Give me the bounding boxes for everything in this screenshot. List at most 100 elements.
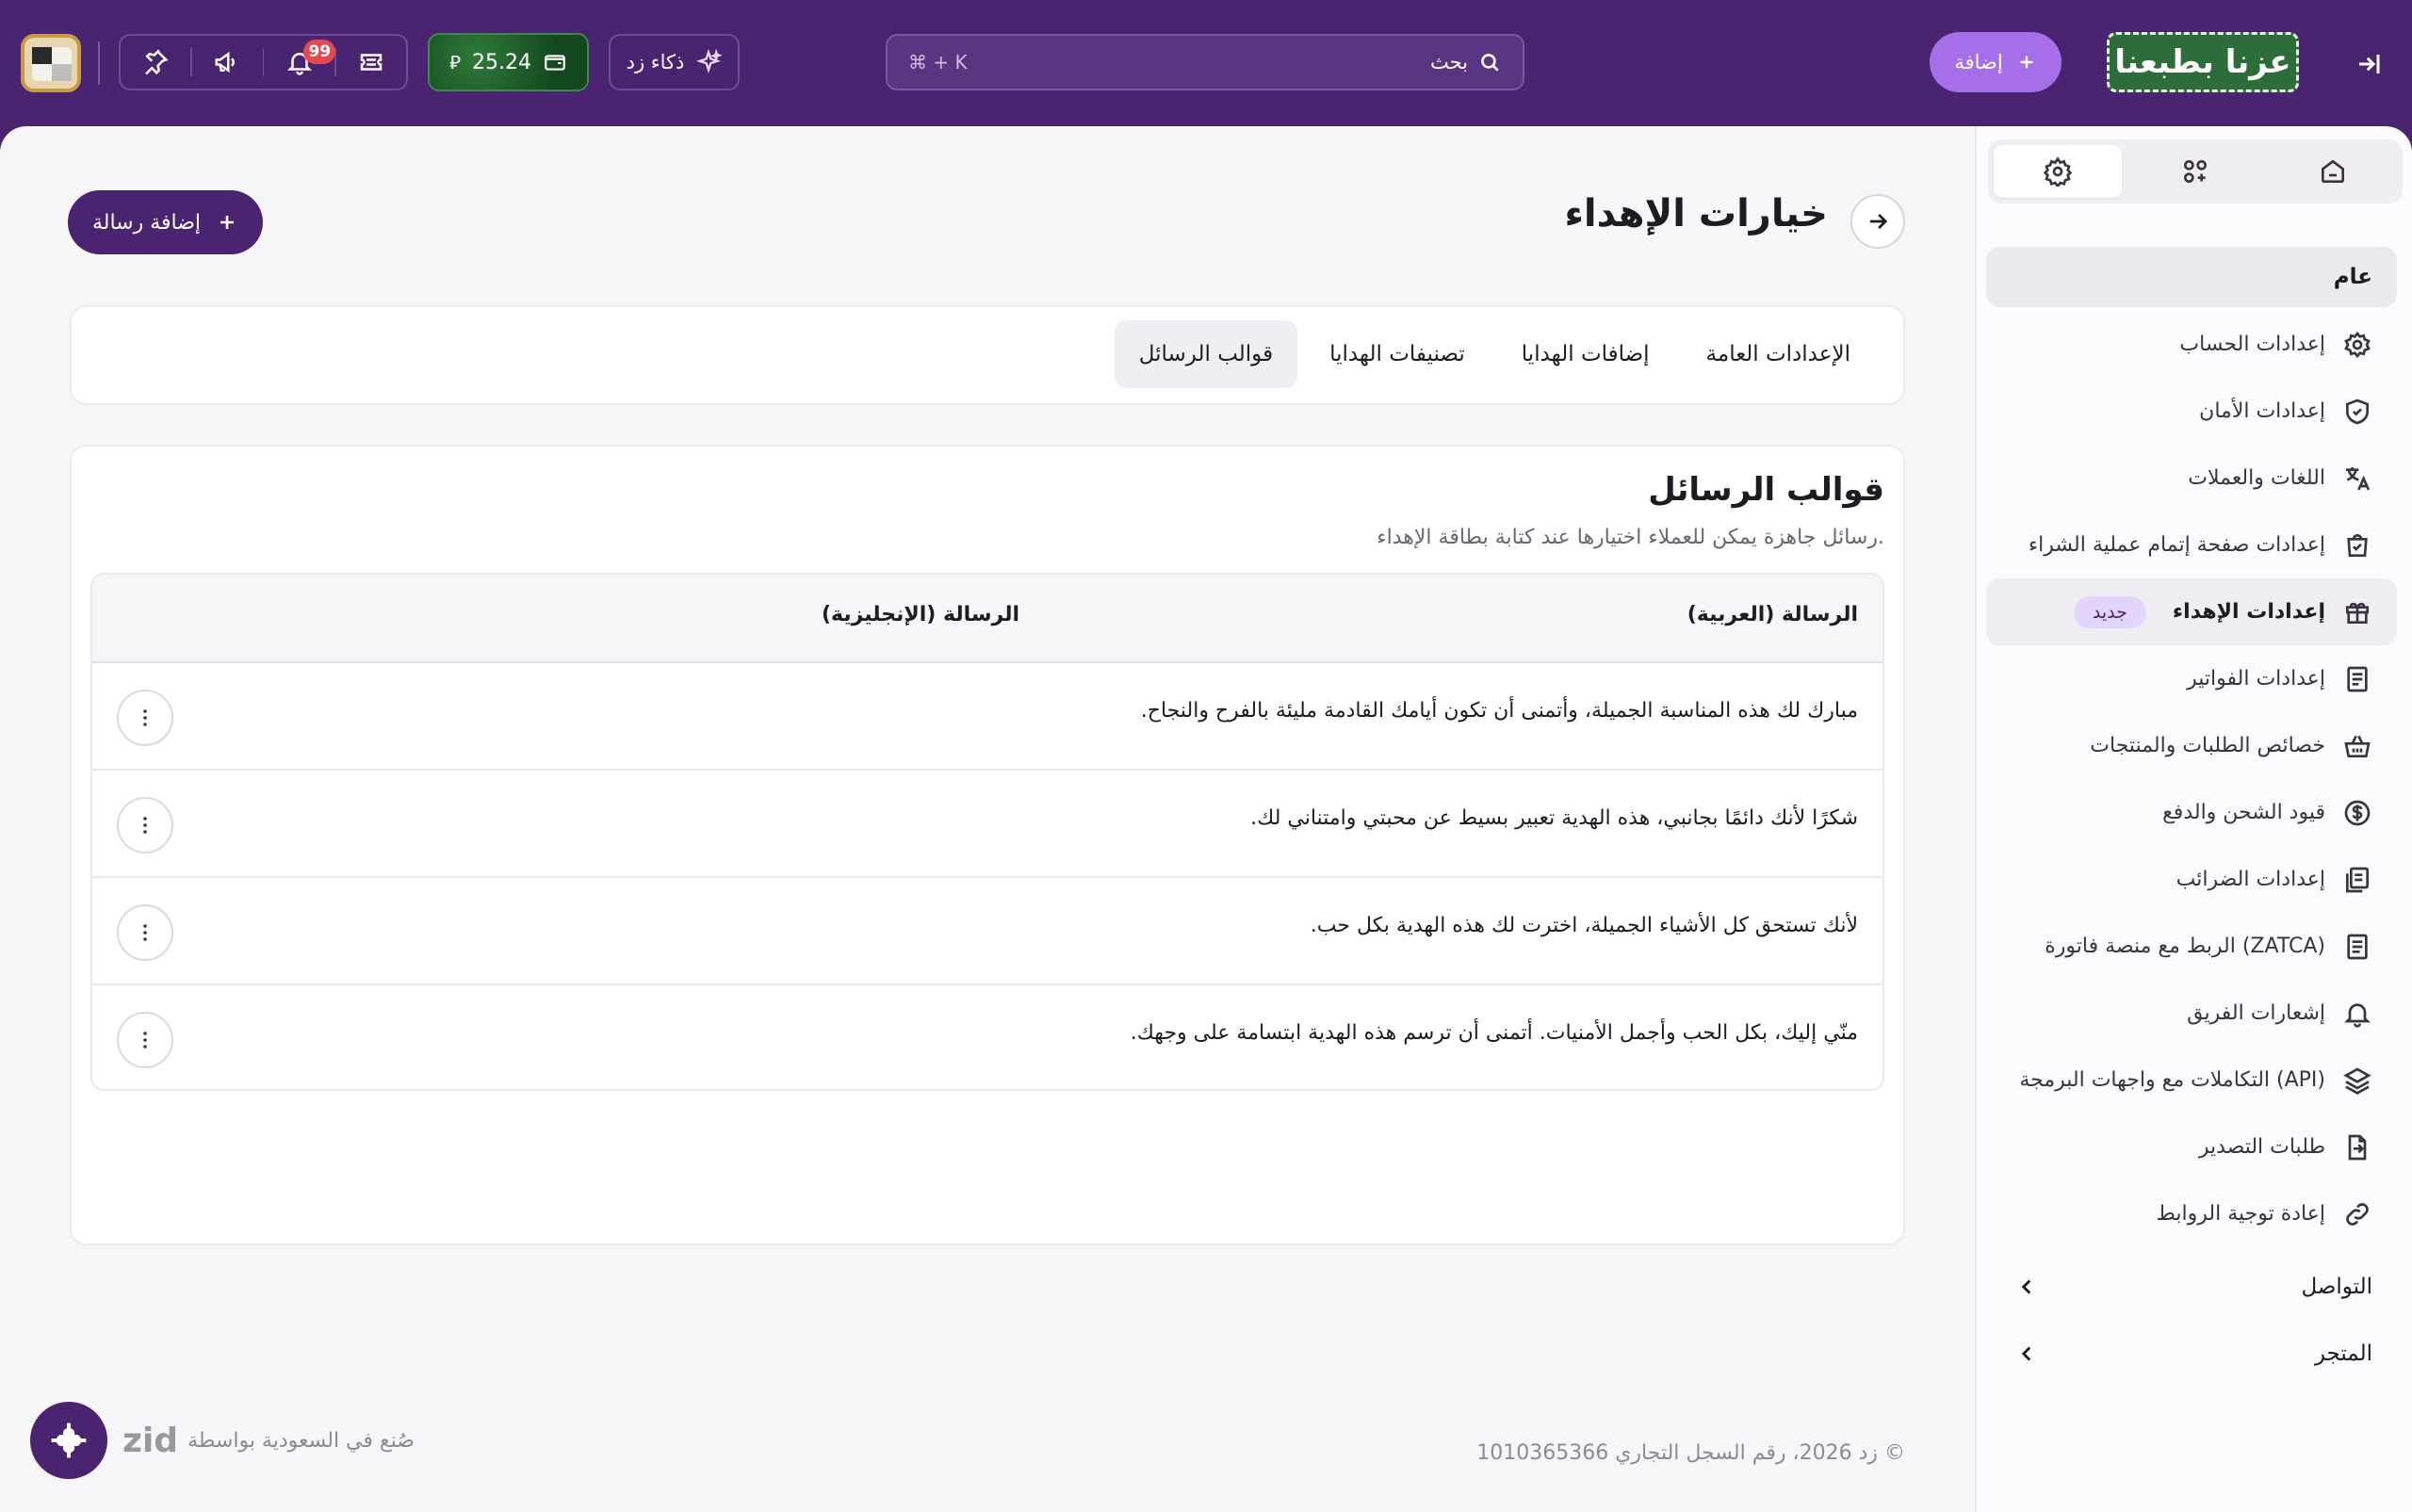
tab-gift-categories[interactable]: تصنيفات الهدايا [1305, 320, 1490, 388]
home-view-button[interactable] [2269, 145, 2397, 198]
section-title: قوالب الرسائل [1648, 471, 1884, 509]
brand-logo-text: عزنا بطبعنا [2114, 43, 2291, 81]
made-in-text: صُنع في السعودية بواسطة [187, 1428, 415, 1453]
top-bar: 99 ⃁ 25.24 ذكاء زد ⌘ + K بحث إضافة عزنا … [0, 0, 2412, 126]
add-message-button[interactable]: إضافة رسالة [68, 190, 263, 254]
sidebar-item-link-redirects[interactable]: إعادة توجية الروابط [1986, 1180, 2397, 1247]
more-vertical-icon [143, 817, 147, 834]
tickets-button[interactable] [336, 36, 406, 89]
gear-icon [2344, 331, 2371, 358]
zid-help-button[interactable] [30, 1402, 107, 1479]
document-icon [2347, 934, 2368, 959]
settings-view-button[interactable] [1994, 145, 2122, 198]
sidebar-item-label: إعدادات الضرائب [2176, 868, 2325, 891]
zid-wordmark: zid [122, 1421, 179, 1460]
bell-icon [2344, 1002, 2371, 1028]
sidebar-item-export-requests[interactable]: طلبات التصدير [1986, 1114, 2397, 1180]
add-message-label: إضافة رسالة [91, 210, 202, 235]
back-button[interactable] [1850, 194, 1905, 249]
plus-icon [2020, 56, 2033, 69]
apps-view-button[interactable] [2131, 145, 2259, 198]
search-shortcut-hint: ⌘ + K [908, 51, 968, 73]
megaphone-icon [215, 51, 236, 73]
search-icon [1481, 54, 1499, 72]
table-row: منّي إليك، بكل الحب وأجمل الأمنيات. أتمن… [92, 985, 1882, 1089]
section-subtitle: رسائل جاهزة يمكن للعملاء اختيارها عند كت… [1377, 526, 1884, 549]
table-row: لأنك تستحق كل الأشياء الجميلة، اخترت لك … [92, 878, 1882, 985]
collapse-sidebar-button[interactable] [2350, 45, 2388, 83]
ticket-icon [360, 54, 383, 71]
store-avatar[interactable] [21, 34, 81, 92]
sidebar-item-label: إشعارات الفريق [2187, 1001, 2325, 1025]
sidebar-group-communication[interactable]: التواصل [1986, 1257, 2397, 1317]
sidebar-group-label: المتجر [2314, 1341, 2372, 1366]
templates-table: الرسالة (العربية) الرسالة (الإنجليزية) م… [90, 573, 1884, 1091]
sidebar-item-account-settings[interactable]: إعدادات الحساب [1986, 311, 2397, 378]
tax-docs-icon [2346, 867, 2369, 892]
sidebar-item-api-integrations[interactable]: التكاملات مع واجهات البرمجة (API) [1986, 1047, 2397, 1114]
chevron-left-icon [2021, 1346, 2031, 1361]
message-arabic: شكرًا لأنك دائمًا بجانبي، هذه الهدية تعب… [1250, 806, 1858, 830]
translate-icon [2346, 466, 2371, 491]
sidebar-item-label: إعدادات الفواتير [2187, 667, 2325, 691]
row-actions-button[interactable] [117, 1012, 173, 1068]
notifications-button[interactable]: 99 [264, 36, 336, 89]
tab-general-settings[interactable]: الإعدادات العامة [1682, 320, 1875, 388]
row-actions-button[interactable] [117, 797, 173, 854]
pin-button[interactable] [121, 36, 190, 89]
table-header: الرسالة (العربية) الرسالة (الإنجليزية) [92, 575, 1882, 663]
sidebar-item-order-product-properties[interactable]: خصائص الطلبات والمنتجات [1986, 712, 2397, 779]
sidebar-item-label: إعدادات الأمان [2199, 399, 2325, 423]
export-icon [2348, 1134, 2367, 1160]
row-actions-button[interactable] [117, 904, 173, 961]
currency-symbol: ⃁ [449, 51, 461, 73]
sidebar-item-label: إعدادات الحساب [2179, 333, 2325, 356]
sidebar-group-general[interactable]: عام [1986, 247, 2397, 307]
announcements-button[interactable] [192, 36, 262, 89]
settings-sidebar: عام إعدادات الحساب إعدادات الأمان اللغات… [1975, 126, 2412, 1512]
sidebar-item-label: إعدادات الإهداء [2172, 600, 2325, 624]
sidebar-item-tax-settings[interactable]: إعدادات الضرائب [1986, 846, 2397, 913]
row-actions-button[interactable] [117, 690, 173, 746]
zid-ai-label: ذكاء زد [626, 51, 685, 73]
sidebar-item-invoice-settings[interactable]: إعدادات الفواتير [1986, 645, 2397, 712]
sidebar-item-zatca-integration[interactable]: الربط مع منصة فاتورة (ZATCA) [1986, 913, 2397, 980]
sidebar-item-label: اللغات والعملات [2188, 466, 2325, 490]
tab-gift-addons[interactable]: إضافات الهدايا [1497, 320, 1674, 388]
message-templates-card: قوالب الرسائل رسائل جاهزة يمكن للعملاء ا… [70, 445, 1905, 1245]
sidebar-item-team-notifications[interactable]: إشعارات الفريق [1986, 980, 2397, 1047]
tab-message-templates[interactable]: قوالب الرسائل [1114, 320, 1298, 388]
sidebar-item-label: طلبات التصدير [2198, 1135, 2325, 1159]
wallet-balance-button[interactable]: ⃁ 25.24 [428, 33, 589, 91]
column-header-english: الرسالة (الإنجليزية) [821, 603, 1019, 626]
column-header-arabic: الرسالة (العربية) [1687, 603, 1858, 626]
sidebar-group-store[interactable]: المتجر [1986, 1324, 2397, 1384]
sidebar-group-label: التواصل [2301, 1275, 2372, 1299]
sidebar-item-label: قيود الشحن والدفع [2162, 801, 2325, 824]
dollar-circle-icon [2344, 800, 2371, 825]
sidebar-item-security-settings[interactable]: إعدادات الأمان [1986, 378, 2397, 445]
footer-made-by: zid صُنع في السعودية بواسطة [30, 1402, 415, 1479]
sidebar-item-shipping-payment-restrictions[interactable]: قيود الشحن والدفع [1986, 779, 2397, 846]
gift-icon [2346, 602, 2369, 624]
pin-icon [145, 49, 169, 75]
sidebar-item-languages-currencies[interactable]: اللغات والعملات [1986, 445, 2397, 512]
collapse-right-icon [2359, 55, 2380, 73]
zid-ai-button[interactable]: ذكاء زد [609, 34, 740, 90]
sidebar-item-checkout-settings[interactable]: إعدادات صفحة إتمام عملية الشراء [1986, 512, 2397, 578]
divider [98, 41, 100, 85]
quick-actions-group: 99 [119, 34, 408, 90]
zid-logo-icon [51, 1423, 87, 1458]
home-icon [2322, 159, 2344, 183]
new-badge: جديد [2073, 595, 2146, 628]
gear-icon [2043, 156, 2073, 187]
message-arabic: مبارك لك هذه المناسبة الجميلة، وأتمنى أن… [1140, 699, 1858, 723]
sparkles-icon [696, 49, 723, 73]
search-input[interactable]: ⌘ + K بحث [886, 34, 1524, 90]
sidebar-item-gifting-settings[interactable]: جديد إعدادات الإهداء [1986, 578, 2397, 645]
wallet-amount: 25.24 [471, 50, 531, 74]
shield-check-icon [2346, 398, 2369, 424]
add-button[interactable]: إضافة [1930, 32, 2062, 92]
more-vertical-icon [143, 709, 147, 726]
sidebar-item-label: إعادة توجية الروابط [2156, 1202, 2325, 1226]
